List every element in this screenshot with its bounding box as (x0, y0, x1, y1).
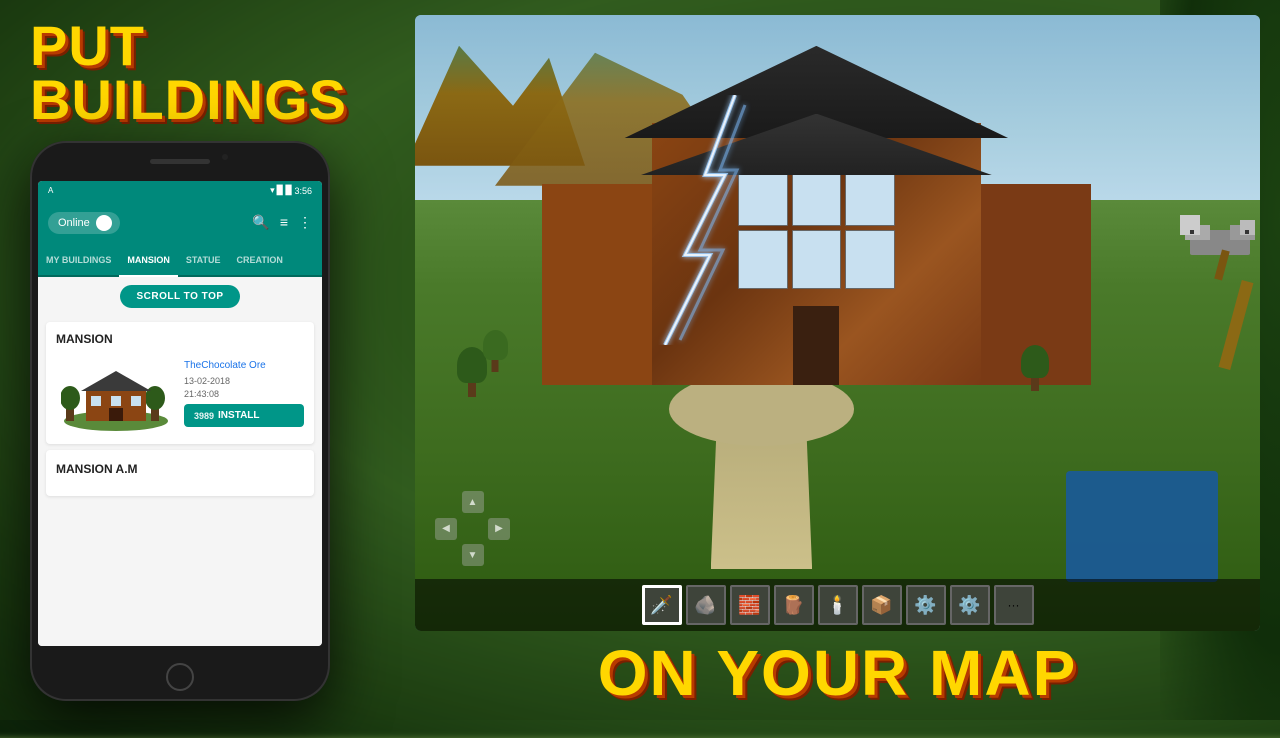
scene-mansion (542, 77, 1091, 385)
battery-icon: ▉ (286, 185, 293, 196)
building-content-1: TheChocolate Ore 13-02-2018 21:43:08 398… (56, 354, 304, 434)
filter-icon[interactable]: ≡ (280, 214, 288, 231)
building-image-1 (56, 354, 176, 434)
building-title-1: MANSION (56, 332, 304, 346)
headline-bottom-container: ON YOUR MAP (415, 641, 1260, 705)
building-title-2: MANSION A.M (56, 462, 304, 476)
app-bar: Online 🔍 ≡ ⋮ (38, 201, 322, 245)
phone-mockup: A ▾ ▉ ▉ 3:56 Online (30, 141, 330, 701)
toggle-circle[interactable] (96, 215, 112, 231)
minecraft-screenshot: ▲ ▼ ◀ ▶ 🗡️ 🪨 🧱 🪵 🕯️ 📦 ⚙️ ⚙️ ··· (415, 15, 1260, 631)
time-display: 3:56 (294, 186, 312, 196)
hotbar-slot-8[interactable]: ⚙️ (950, 585, 990, 625)
window-4 (738, 230, 788, 289)
sim-icon: A (48, 186, 53, 195)
more-icon[interactable]: ⋮ (298, 214, 312, 231)
phone-home-button[interactable] (166, 663, 194, 691)
dpad-right[interactable]: ▶ (488, 518, 510, 540)
headline-bottom: ON YOUR MAP (415, 641, 1260, 705)
tab-my-buildings[interactable]: MY BUILDINGS (38, 245, 119, 275)
right-panel: ▲ ▼ ◀ ▶ 🗡️ 🪨 🧱 🪵 🕯️ 📦 ⚙️ ⚙️ ··· (400, 0, 1280, 720)
search-icon[interactable]: 🔍 (252, 214, 269, 231)
hotbar-slot-6[interactable]: 📦 (862, 585, 902, 625)
phone-body: A ▾ ▉ ▉ 3:56 Online (30, 141, 330, 701)
signal-icon: ▉ (277, 185, 284, 196)
content-area: SCROLL TO TOP MANSION (38, 277, 322, 646)
status-icons: ▾ ▉ ▉ 3:56 (270, 185, 312, 196)
status-bar: A ▾ ▉ ▉ 3:56 (38, 181, 322, 201)
headline-top-container: PUT BUILDINGS (30, 19, 380, 125)
scroll-to-top-container: SCROLL TO TOP (38, 277, 322, 316)
hotbar-slot-4[interactable]: 🪵 (774, 585, 814, 625)
hotbar-slot-5[interactable]: 🕯️ (818, 585, 858, 625)
hotbar-slot-3[interactable]: 🧱 (730, 585, 770, 625)
wifi-icon: ▾ (270, 185, 275, 196)
install-label-1: INSTALL (218, 410, 259, 421)
left-panel: PUT BUILDINGS A ▾ ▉ ▉ (0, 0, 400, 720)
dpad-down[interactable]: ▼ (462, 544, 484, 566)
mansion-windows (734, 162, 899, 293)
online-label: Online (58, 217, 90, 229)
window-6 (845, 230, 895, 289)
hotbar-slot-1[interactable]: 🗡️ (642, 585, 682, 625)
headline-top: PUT BUILDINGS (30, 19, 380, 125)
phone-screen: A ▾ ▉ ▉ 3:56 Online (38, 181, 322, 646)
date-1: 13-02-2018 (184, 376, 230, 386)
status-left: A (48, 186, 53, 195)
install-button-1[interactable]: 3989 INSTALL (184, 404, 304, 427)
install-count-1: 3989 (194, 411, 214, 421)
dpad-up[interactable]: ▲ (462, 491, 484, 513)
scene-water (1066, 471, 1218, 582)
tab-bar: MY BUILDINGS MANSION STATUE CREATION (38, 245, 322, 277)
hotbar-slot-9[interactable]: ··· (994, 585, 1034, 625)
tab-mansion[interactable]: MANSION (119, 245, 178, 277)
dpad-control: ▲ ▼ ◀ ▶ (435, 491, 510, 566)
time-1: 21:43:08 (184, 389, 219, 399)
phone-speaker (150, 159, 210, 164)
building-info-1: TheChocolate Ore 13-02-2018 21:43:08 398… (184, 360, 304, 427)
tree-right-1 (1021, 345, 1049, 391)
author-link-1[interactable]: TheChocolate Ore (184, 360, 304, 371)
pickaxe-decoration (1170, 200, 1260, 370)
window-5 (792, 230, 842, 289)
tab-statue[interactable]: STATUE (178, 245, 229, 275)
phone-camera (222, 154, 228, 160)
building-card-1: MANSION (46, 322, 314, 444)
online-toggle[interactable]: Online (48, 212, 120, 234)
hotbar-slot-7[interactable]: ⚙️ (906, 585, 946, 625)
app-bar-icons: 🔍 ≡ ⋮ (252, 214, 312, 231)
mansion-door (793, 306, 839, 385)
mc-hotbar: 🗡️ 🪨 🧱 🪵 🕯️ 📦 ⚙️ ⚙️ ··· (415, 579, 1260, 631)
scroll-to-top-button[interactable]: SCROLL TO TOP (120, 285, 239, 308)
full-layout: PUT BUILDINGS A ▾ ▉ ▉ (0, 0, 1280, 720)
mansion-thumbnail (61, 356, 171, 431)
hotbar-slot-2[interactable]: 🪨 (686, 585, 726, 625)
date-time-1: 13-02-2018 21:43:08 (184, 375, 304, 400)
dpad-left[interactable]: ◀ (435, 518, 457, 540)
tree-left-2 (483, 330, 508, 372)
building-card-2: MANSION A.M (46, 450, 314, 496)
tab-creation[interactable]: CREATION (229, 245, 291, 275)
